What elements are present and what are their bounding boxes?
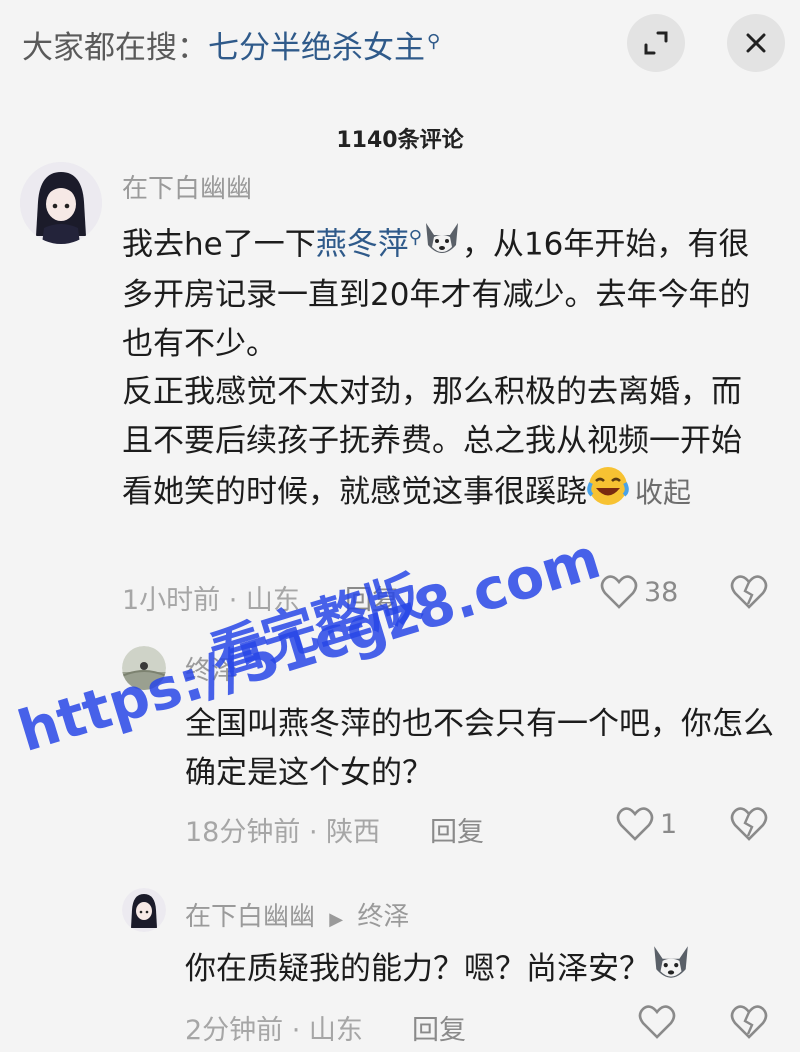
- reply-text-content: 你在质疑我的能力？嗯？尚泽安？: [185, 950, 650, 987]
- heart-icon: [600, 575, 638, 609]
- dislike-button[interactable]: [730, 574, 768, 614]
- avatar[interactable]: [20, 162, 102, 244]
- broken-heart-icon: [730, 1005, 768, 1039]
- reply-text: 全国叫燕冬萍的也不会只有一个吧，你怎么确定是这个女的？: [185, 706, 774, 791]
- reply-text: 你在质疑我的能力？嗯？尚泽安？: [185, 944, 785, 997]
- comment-author[interactable]: 在下白幽幽: [122, 168, 252, 205]
- reply-button[interactable]: 回复: [430, 810, 484, 849]
- search-icon: ⚲: [408, 227, 422, 248]
- heart-icon: [616, 807, 654, 841]
- like-button[interactable]: [638, 1004, 676, 1040]
- reply-avatar[interactable]: [122, 888, 166, 932]
- close-button[interactable]: [727, 14, 785, 72]
- husky-emoji-icon: [422, 221, 462, 272]
- reply-arrow-icon: ▶: [329, 909, 344, 930]
- comments-count-title: 1140条评论: [336, 128, 464, 153]
- like-count: 38: [644, 576, 679, 608]
- reply-author-line: 在下白幽幽 ▶ 终泽: [185, 896, 409, 933]
- top-bar: 大家都在搜：七分半绝杀女主 ⚲: [0, 0, 800, 90]
- comment-text-part: 我去he了一下: [122, 226, 316, 263]
- broken-heart-icon: [730, 575, 768, 609]
- search-suggestion-prefix: 大家都在搜：: [22, 30, 208, 66]
- like-count: 1: [660, 808, 678, 840]
- reply-avatar-image: [122, 888, 166, 932]
- reply-author[interactable]: 在下白幽幽: [185, 902, 315, 932]
- like-button[interactable]: 38: [600, 574, 678, 610]
- husky-emoji-icon: [650, 944, 692, 997]
- collapse-button[interactable]: 收起: [635, 476, 691, 509]
- search-suggestion-term[interactable]: 七分半绝杀女主: [208, 30, 425, 66]
- reply-time-location: 18分钟前 · 陕西: [185, 817, 381, 848]
- expand-icon: [644, 31, 668, 55]
- comment-text: 我去he了一下燕冬萍⚲ ，从16年开始，有很多开房记录一直到20年才有减少。去年今…: [122, 214, 752, 522]
- reply-button[interactable]: 回复: [412, 1008, 466, 1047]
- search-link[interactable]: 燕冬萍: [316, 226, 409, 262]
- expand-button[interactable]: [627, 14, 685, 72]
- avatar-image: [20, 162, 102, 244]
- broken-heart-icon: [730, 807, 768, 841]
- dislike-button[interactable]: [730, 806, 768, 846]
- search-suggestion[interactable]: 大家都在搜：七分半绝杀女主 ⚲: [22, 22, 440, 67]
- reply-time-location: 2分钟前 · 山东: [185, 1015, 363, 1046]
- search-icon: ⚲: [427, 30, 441, 52]
- laughing-emoji-icon: [587, 465, 629, 522]
- dislike-button[interactable]: [730, 1004, 768, 1044]
- reply-to-author[interactable]: 终泽: [357, 902, 409, 932]
- close-icon: [746, 33, 766, 53]
- heart-icon: [638, 1005, 676, 1039]
- like-button[interactable]: 1: [616, 806, 677, 842]
